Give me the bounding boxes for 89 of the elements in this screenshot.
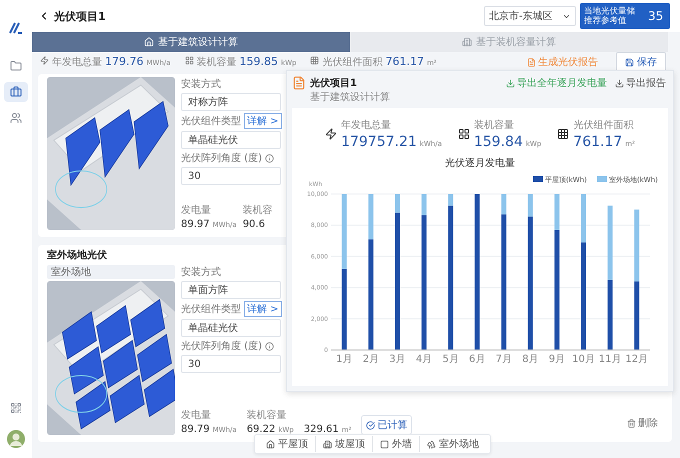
- x-tick-label: 3月: [389, 354, 406, 365]
- add-area-button[interactable]: 坡屋顶: [315, 436, 372, 452]
- field-label: 安装方式: [181, 78, 221, 91]
- document-icon: [292, 76, 306, 90]
- download-icon: [506, 78, 515, 88]
- info-icon[interactable]: [264, 342, 274, 350]
- tab[interactable]: 基于建筑设计计算: [32, 32, 350, 52]
- stat-icon: [557, 128, 570, 140]
- flat-roof-icon: [266, 440, 275, 448]
- x-tick-label: 8月: [522, 354, 539, 365]
- x-tick-label: 4月: [416, 354, 432, 365]
- input-field[interactable]: 单面方阵: [181, 281, 281, 299]
- stat-label: 发电量: [181, 408, 212, 422]
- logo-icon: [9, 22, 23, 34]
- category-tag: 室外场地: [47, 265, 175, 279]
- add-area-button[interactable]: 室外场地: [419, 436, 486, 452]
- x-tick-label: 7月: [496, 354, 512, 365]
- x-tick-label: 5月: [442, 354, 459, 365]
- house-icon: [144, 37, 154, 47]
- field-label: 光伏组件类型: [181, 114, 241, 128]
- field-label: 安装方式: [181, 266, 221, 279]
- x-tick-label: 2月: [362, 354, 380, 365]
- input-field[interactable]: 对称方阵: [181, 93, 281, 111]
- field-label: 光伏阵列角度 (度): [181, 340, 262, 353]
- reference-badge: 当地光伏量储推荐参考值 35: [580, 3, 670, 29]
- stat-label: 装机容量: [196, 56, 237, 69]
- export-link[interactable]: 导出报告: [613, 76, 668, 90]
- stat-label: 光伏组件面积: [573, 118, 634, 132]
- page-title: 光伏项目1: [54, 8, 107, 24]
- details-link[interactable]: 详解 >: [244, 113, 282, 129]
- stat-value: 89.97: [181, 219, 210, 230]
- stat-value: 179757.21: [341, 134, 417, 150]
- x-tick-label: 1月: [336, 354, 352, 365]
- trash-icon: [627, 418, 636, 428]
- field-label: 光伏阵列角度 (度): [181, 152, 262, 165]
- stat-value: 179.76: [105, 55, 144, 68]
- briefcase-icon: [10, 86, 22, 98]
- building-icon: [462, 37, 472, 47]
- add-area-button[interactable]: 平屋顶: [259, 436, 315, 452]
- stat-label: 光伏组件面积: [322, 56, 382, 69]
- region-dropdown[interactable]: 北京市-东城区: [484, 6, 576, 26]
- details-link[interactable]: 详解 >: [244, 301, 282, 317]
- x-tick-label: 11月: [598, 354, 622, 365]
- document-icon: [527, 58, 536, 66]
- sidebar-item[interactable]: [4, 82, 28, 102]
- stat-icon: [325, 128, 338, 140]
- stat-icon: [310, 56, 320, 65]
- stat-icon: [184, 56, 194, 65]
- stat-label: 装机容量: [246, 408, 288, 422]
- input-field[interactable]: 30: [181, 167, 281, 185]
- stat-label: 装机容量: [474, 118, 515, 132]
- input-field[interactable]: 30: [181, 355, 281, 373]
- info-icon[interactable]: [264, 154, 274, 162]
- stat-value: 329.61: [304, 424, 339, 435]
- panel-title: 光伏项目1: [310, 76, 357, 90]
- people-icon: [10, 112, 22, 124]
- stat-value: 159.85: [240, 55, 278, 68]
- chart-title: 光伏逐月发电量: [445, 158, 515, 169]
- grid-icon: [10, 402, 22, 414]
- save-button[interactable]: 保存: [616, 52, 666, 72]
- folder-icon: [10, 60, 22, 72]
- save-icon: [625, 58, 634, 66]
- stat-value: 761.17: [573, 134, 622, 150]
- stat-label: 年发电总量: [52, 56, 102, 69]
- stat-label: 装机容: [242, 204, 273, 217]
- avatar-icon[interactable]: [7, 430, 25, 448]
- x-tick-label: 10月: [572, 354, 595, 365]
- download-icon: [615, 78, 624, 88]
- stat-value: 159.84: [474, 134, 523, 150]
- x-tick-label: 12月: [625, 354, 648, 365]
- add-area-button[interactable]: 外墙: [372, 436, 419, 452]
- calculated-button[interactable]: 已计算: [361, 415, 412, 435]
- stat-value: 90.6: [242, 219, 265, 230]
- stat-label: 发电量: [181, 204, 212, 217]
- check-circle-icon: [366, 420, 376, 430]
- stat-value: 89.79: [181, 424, 210, 435]
- field-label: 光伏组件类型: [181, 302, 241, 316]
- stat-icon: [458, 128, 470, 140]
- x-tick-label: 9月: [548, 354, 566, 365]
- x-tick-label: 6月: [469, 354, 486, 365]
- stat-icon: [40, 56, 49, 65]
- delete-button[interactable]: 删除: [621, 415, 664, 431]
- panel-subtitle: 基于建筑设计计算: [310, 90, 391, 104]
- input-field[interactable]: 单晶硅光伏: [181, 131, 281, 149]
- input-field[interactable]: 单晶硅光伏: [181, 319, 281, 337]
- stat-value: 69.22: [246, 424, 276, 435]
- stat-label: 年发电总量: [341, 118, 392, 132]
- stat-value: 761.17: [385, 55, 424, 68]
- card-title: 室外场地光伏: [47, 248, 107, 262]
